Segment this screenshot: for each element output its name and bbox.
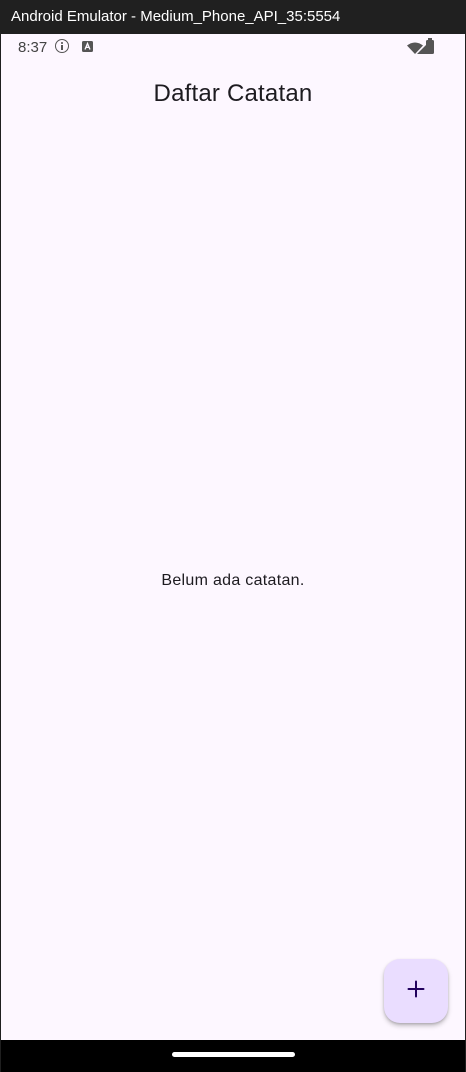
status-bar: 8:37 xyxy=(1,34,465,62)
status-time: 8:37 xyxy=(18,39,48,56)
navigation-bar xyxy=(1,1040,465,1072)
phone-screen: 8:37 Daftar Catatan Belum ada catatan. xyxy=(1,34,465,1040)
home-gesture-handle[interactable] xyxy=(172,1052,295,1057)
add-icon xyxy=(407,980,425,1003)
window-title: Android Emulator - Medium_Phone_API_35:5… xyxy=(0,0,466,34)
emulator-window: Android Emulator - Medium_Phone_API_35:5… xyxy=(0,0,466,1072)
add-note-button[interactable] xyxy=(384,959,448,1023)
info-icon xyxy=(55,39,69,53)
empty-state-message: Belum ada catatan. xyxy=(161,572,305,589)
battery-icon xyxy=(426,38,434,54)
page-title: Daftar Catatan xyxy=(153,80,313,107)
a-notification-icon xyxy=(82,41,93,52)
app-bar: Daftar Catatan xyxy=(1,62,465,126)
